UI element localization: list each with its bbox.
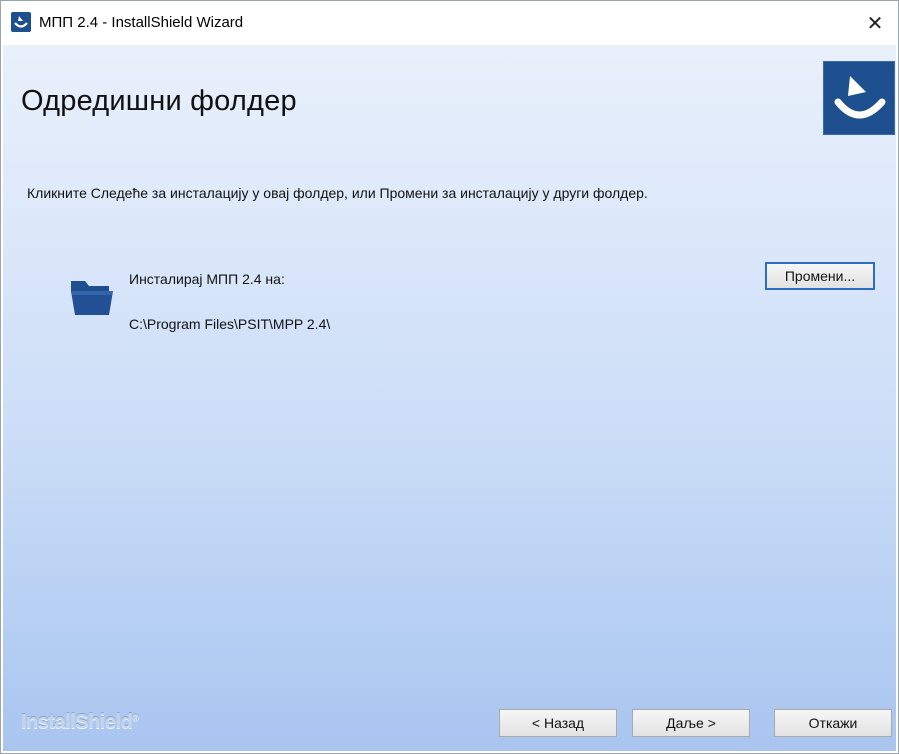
window-title: МПП 2.4 - InstallShield Wizard	[39, 14, 244, 31]
install-to-label: Инсталирај МПП 2.4 на:	[129, 271, 285, 287]
back-button[interactable]: < Назад	[499, 709, 617, 737]
installshield-brand-logo: InstallShield®	[21, 711, 139, 734]
registered-mark: ®	[132, 712, 139, 723]
title-bar: МПП 2.4 - InstallShield Wizard ✕	[1, 1, 898, 45]
cancel-button[interactable]: Откажи	[774, 709, 892, 737]
next-button[interactable]: Даље >	[632, 709, 750, 737]
installshield-logo-icon	[823, 61, 895, 135]
app-icon	[11, 12, 31, 32]
page-title: Одредишни фолдер	[21, 85, 297, 117]
installer-window: МПП 2.4 - InstallShield Wizard ✕ Одредиш…	[0, 0, 899, 754]
close-icon: ✕	[866, 12, 884, 35]
install-path: C:\Program Files\PSIT\MPP 2.4\	[129, 316, 331, 332]
folder-icon	[69, 273, 115, 317]
wizard-content: Одредишни фолдер Кликните Следеће за инс…	[3, 45, 896, 751]
instruction-text: Кликните Следеће за инсталацију у овај ф…	[27, 185, 648, 201]
close-button[interactable]: ✕	[852, 1, 898, 45]
change-button[interactable]: Промени...	[765, 262, 875, 290]
brand-text: InstallShield	[21, 711, 133, 733]
